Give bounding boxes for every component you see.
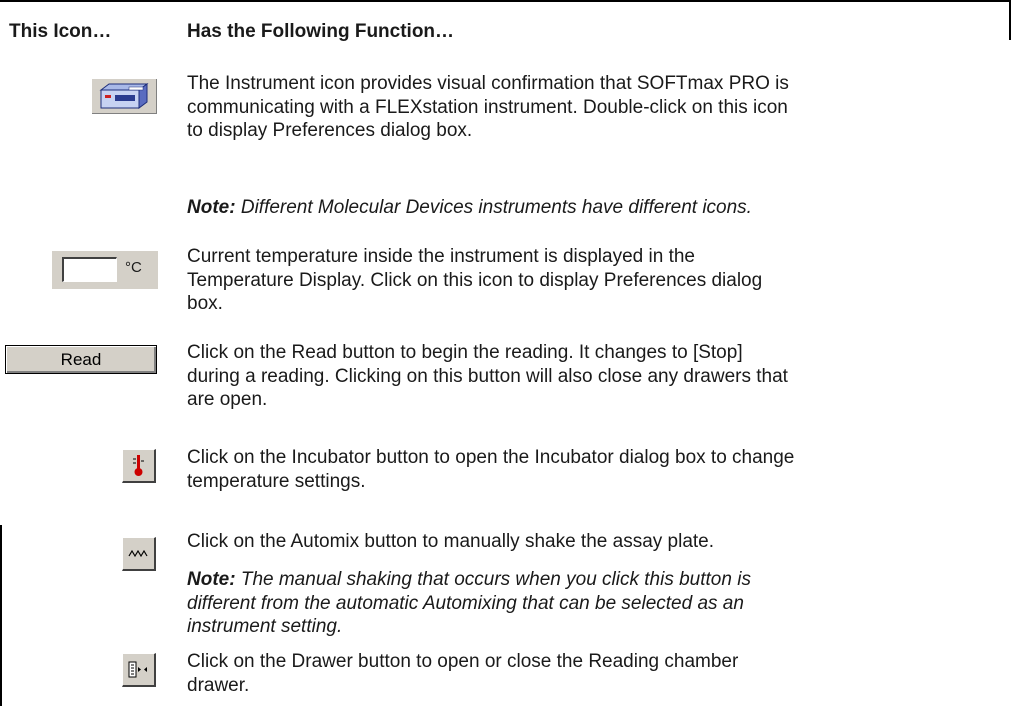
table-top-border — [0, 0, 1011, 2]
note-label: Note: — [187, 197, 236, 218]
row-drawer-description: Click on the Drawer button to open or cl… — [187, 650, 738, 697]
text-line: Temperature Display. Click on this icon … — [187, 269, 763, 291]
text-line: during a reading. Clicking on this butto… — [187, 365, 788, 387]
column-header-function: Has the Following Function… — [187, 21, 455, 42]
text-line: temperature settings. — [187, 470, 366, 492]
instrument-icon — [91, 78, 157, 114]
note-text: The manual shaking that occurs when you … — [235, 569, 751, 590]
text-line: Click on the Automix button to manually … — [187, 531, 715, 552]
text-line: are open. — [187, 389, 268, 410]
row-automix-description: Click on the Automix button to manually … — [187, 530, 714, 554]
note-text: different from the automatic Automixing … — [187, 592, 744, 614]
text-line: to display Preferences dialog box. — [187, 120, 473, 141]
text-line: Click on the Incubator button to open th… — [187, 447, 795, 468]
text-line: communicating with a FLEXstation instrum… — [187, 96, 788, 118]
text-line: Click on the Read button to begin the re… — [187, 342, 743, 363]
text-line: drawer. — [187, 674, 250, 696]
row-read-description: Click on the Read button to begin the re… — [187, 341, 788, 412]
text-line: box. — [187, 293, 223, 314]
row-instrument-note: Note: Different Molecular Devices instru… — [187, 196, 752, 220]
text-line: Click on the Drawer button to open or cl… — [187, 651, 739, 672]
text-line: Current temperature inside the instrumen… — [187, 246, 695, 267]
row-incubator-description: Click on the Incubator button to open th… — [187, 446, 794, 493]
text-line: The Instrument icon provides visual conf… — [187, 73, 789, 94]
table-left-border — [0, 525, 2, 706]
column-header-icon: This Icon… — [9, 21, 112, 42]
row-automix-note: Note: The manual shaking that occurs whe… — [187, 568, 751, 639]
drawer-icon — [122, 653, 156, 687]
note-text: instrument setting. — [187, 616, 343, 637]
note-label: Note: — [187, 569, 236, 590]
read-button-icon: Read — [5, 345, 157, 374]
row-instrument-description: The Instrument icon provides visual conf… — [187, 72, 789, 143]
temperature-field — [62, 257, 117, 282]
temperature-unit: °C — [125, 259, 142, 276]
note-text: Different Molecular Devices instruments … — [235, 197, 752, 218]
row-temperature-description: Current temperature inside the instrumen… — [187, 245, 762, 316]
temperature-display-icon: °C — [52, 251, 158, 289]
thermometer-icon — [122, 449, 156, 483]
zigzag-icon — [122, 537, 156, 571]
